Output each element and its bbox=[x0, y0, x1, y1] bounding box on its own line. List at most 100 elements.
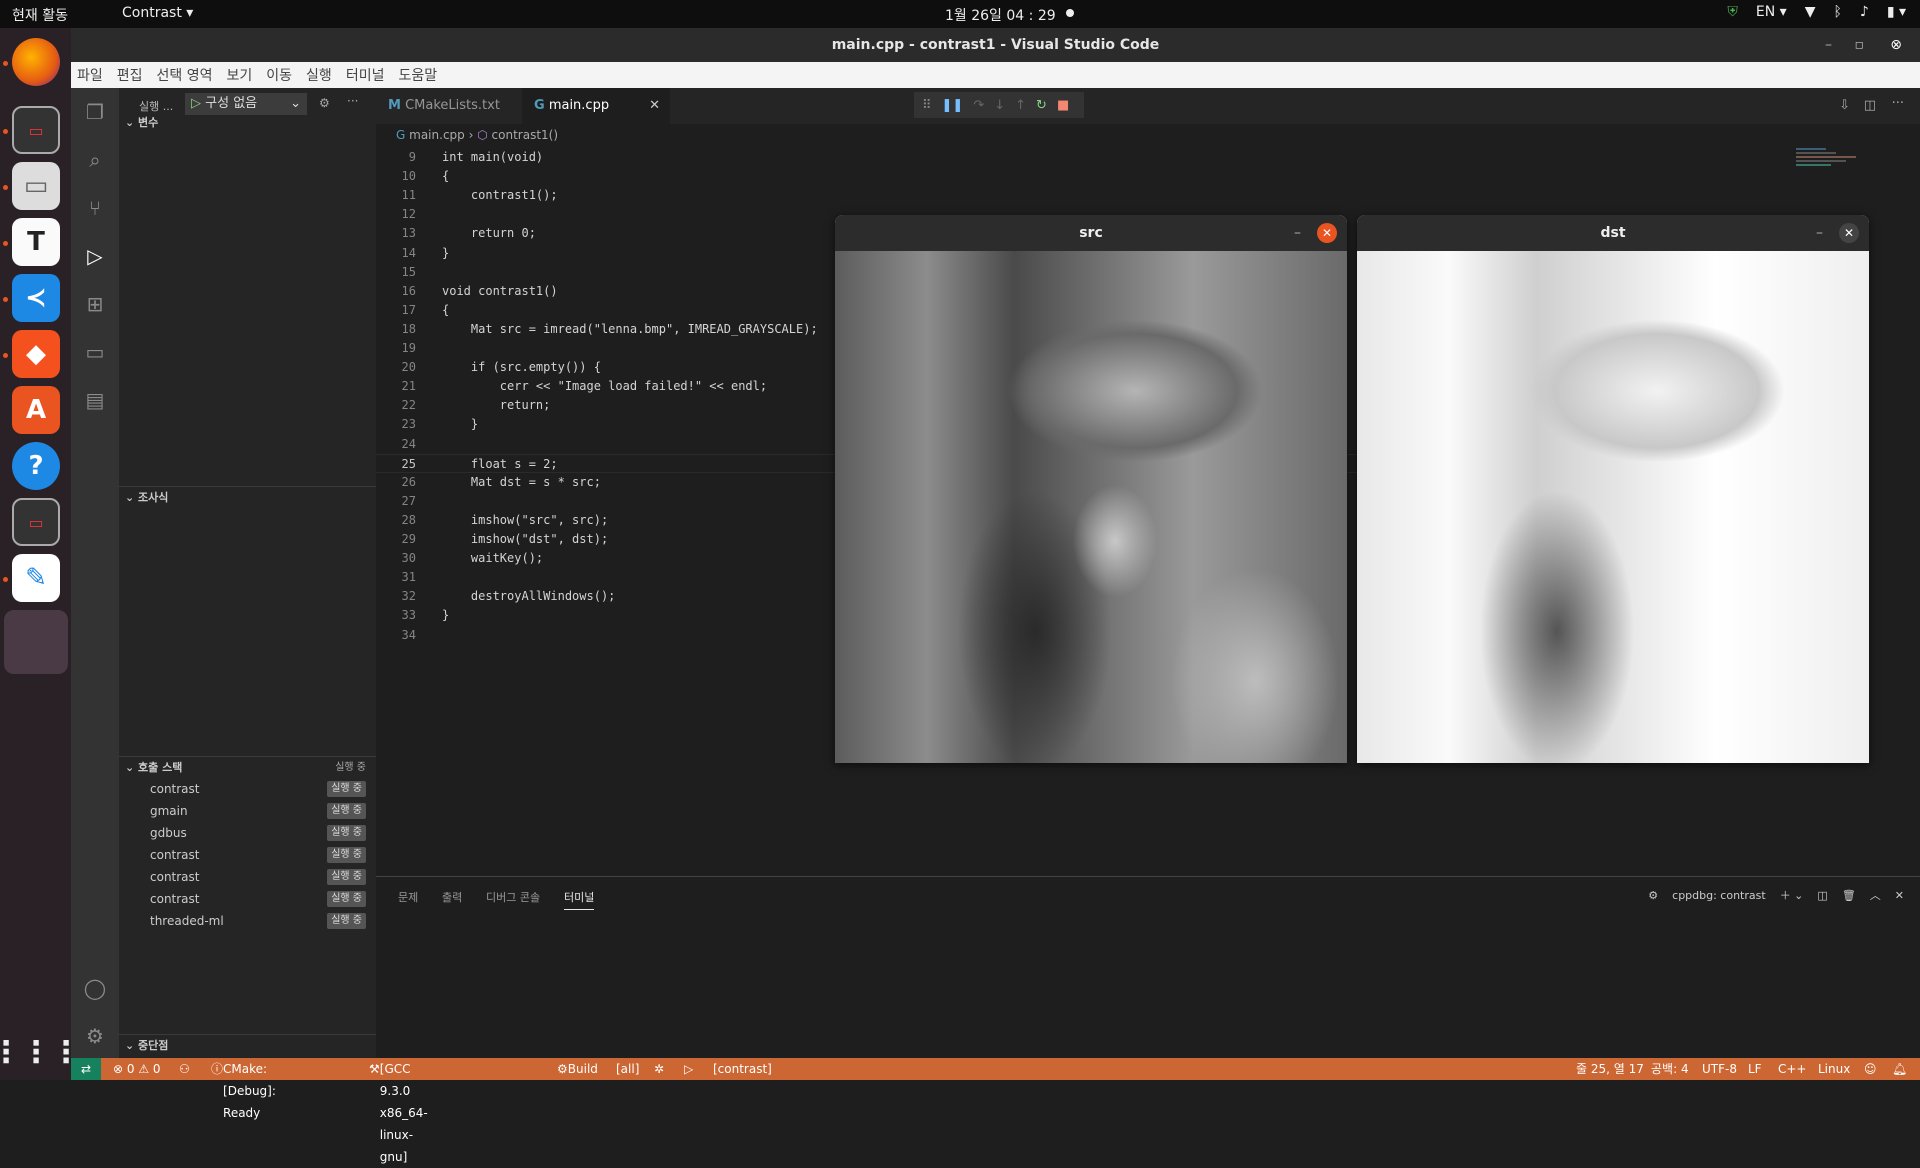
debug-status-icon[interactable]: ⚇ bbox=[179, 1058, 190, 1080]
close-tab-icon[interactable]: ✕ bbox=[649, 88, 660, 124]
terminal-icon[interactable]: ▭ bbox=[12, 106, 60, 154]
clock[interactable]: 1월 26일 04 : 29 bbox=[945, 5, 1056, 25]
pause-icon[interactable]: ❚❚ bbox=[942, 98, 964, 113]
run-debug-icon[interactable]: ▷ bbox=[83, 244, 107, 268]
menu-help[interactable]: 도움말 bbox=[398, 65, 437, 85]
activities-button[interactable]: 현재 활동 bbox=[12, 5, 68, 25]
run-icon[interactable]: ▷ bbox=[684, 1058, 693, 1080]
dst-window-titlebar[interactable]: dst – ✕ bbox=[1357, 215, 1869, 251]
wifi-icon[interactable]: ▼ bbox=[1805, 4, 1816, 20]
battery-icon[interactable]: ▮ ▾ bbox=[1887, 4, 1906, 20]
launch-target[interactable]: [contrast] bbox=[713, 1058, 772, 1080]
callstack-thread[interactable]: gmain 실행 중 bbox=[119, 800, 376, 822]
tab-output[interactable]: 출력 bbox=[442, 889, 462, 905]
play-icon[interactable]: ▷ bbox=[191, 96, 201, 111]
files-icon[interactable]: ▭ bbox=[12, 162, 60, 210]
tab-terminal[interactable]: 터미널 bbox=[564, 889, 595, 910]
account-icon[interactable]: ◯ bbox=[83, 976, 107, 1000]
gear-icon[interactable]: ⚙ bbox=[319, 96, 330, 110]
menu-view[interactable]: 보기 bbox=[227, 65, 253, 85]
shield-icon[interactable]: ⛨ bbox=[1727, 4, 1738, 20]
menu-selection[interactable]: 선택 영역 bbox=[157, 65, 213, 85]
remote-icon[interactable]: ⇄ bbox=[71, 1058, 101, 1080]
callstack-thread[interactable]: threaded-ml 실행 중 bbox=[119, 910, 376, 932]
variables-section-header[interactable]: ⌄ 변수 bbox=[119, 112, 376, 134]
code-line[interactable]: 9 int main(void) bbox=[376, 148, 1776, 167]
split-editor-icon[interactable]: ◫ bbox=[1864, 98, 1876, 113]
vscode-icon[interactable]: ≺ bbox=[12, 274, 60, 322]
menu-edit[interactable]: 편집 bbox=[117, 65, 143, 85]
firefox-icon[interactable] bbox=[12, 38, 60, 86]
close-panel-icon[interactable]: ✕ bbox=[1895, 889, 1904, 902]
system-tray[interactable]: ⛨ EN ▾ ▼ ᛒ ♪ ▮ ▾ bbox=[1727, 4, 1906, 20]
build-target[interactable]: [all] bbox=[616, 1058, 639, 1080]
minimize-icon[interactable]: – bbox=[1816, 215, 1823, 251]
extensions-icon[interactable]: ⊞ bbox=[83, 292, 107, 316]
indentation[interactable]: 공백: 4 bbox=[1651, 1058, 1689, 1080]
terminal-select[interactable]: cppdbg: contrast bbox=[1672, 889, 1766, 902]
tab-cmakelists[interactable]: M CMakeLists.txt bbox=[376, 88, 522, 124]
help-icon[interactable]: ? bbox=[12, 442, 60, 490]
line-ending[interactable]: LF bbox=[1748, 1058, 1762, 1080]
breadcrumb-file[interactable]: main.cpp bbox=[409, 128, 465, 142]
breadcrumb-symbol[interactable]: contrast1() bbox=[492, 128, 559, 142]
callstack-thread[interactable]: contrast 실행 중 bbox=[119, 778, 376, 800]
callstack-thread[interactable]: contrast 실행 중 bbox=[119, 844, 376, 866]
dst-image-window[interactable]: dst – ✕ bbox=[1357, 215, 1869, 763]
minimize-icon[interactable]: – bbox=[1825, 28, 1832, 62]
close-icon[interactable]: ✕ bbox=[1839, 223, 1859, 243]
stop-icon[interactable]: ■ bbox=[1057, 98, 1069, 113]
close-icon[interactable]: ✕ bbox=[1317, 223, 1337, 243]
code-line[interactable]: 10 { bbox=[376, 167, 1776, 186]
cmake-status[interactable]: ⓘ CMake: [Debug]: Ready bbox=[211, 1058, 276, 1120]
restart-icon[interactable]: ↻ bbox=[1036, 98, 1047, 113]
search-icon[interactable]: ⌕ bbox=[83, 148, 107, 172]
build-button[interactable]: ⚙ Build bbox=[557, 1058, 598, 1080]
cursor-position[interactable]: 줄 25, 열 17 bbox=[1576, 1058, 1644, 1080]
menu-terminal[interactable]: 터미널 bbox=[346, 65, 385, 85]
minimap[interactable] bbox=[1796, 146, 1906, 226]
bug-icon[interactable]: ✲ bbox=[654, 1058, 664, 1080]
kit-status[interactable]: ⚒ [GCC 9.3.0 x86_64-linux-gnu] bbox=[369, 1058, 428, 1164]
callstack-thread[interactable]: gdbus 실행 중 bbox=[119, 822, 376, 844]
explorer-icon[interactable]: ❐ bbox=[83, 100, 107, 124]
trash-icon[interactable]: 🗑 bbox=[1842, 889, 1856, 902]
src-image-window[interactable]: src – ✕ bbox=[835, 215, 1347, 763]
tab-debug-console[interactable]: 디버그 콘솔 bbox=[486, 889, 540, 905]
more-actions-icon[interactable]: ··· bbox=[1892, 96, 1904, 111]
step-into-icon[interactable]: ↓ bbox=[994, 98, 1005, 113]
code-line[interactable]: 11 contrast1(); bbox=[376, 186, 1776, 205]
step-out-icon[interactable]: ↑ bbox=[1015, 98, 1026, 113]
step-over-icon[interactable]: ↷ bbox=[973, 98, 984, 113]
terminal-icon[interactable]: ▭ bbox=[12, 498, 60, 546]
menu-file[interactable]: 파일 bbox=[77, 65, 103, 85]
minimize-icon[interactable]: – bbox=[1294, 215, 1301, 251]
callstack-section-header[interactable]: ⌄ 호출 스택 실행 중 bbox=[119, 756, 376, 778]
watch-section-header[interactable]: ⌄ 조사식 bbox=[119, 486, 376, 508]
split-terminal-icon[interactable]: ◫ bbox=[1817, 889, 1827, 902]
notes-icon[interactable]: ✎ bbox=[12, 554, 60, 602]
open-changes-icon[interactable]: ⇩ bbox=[1839, 98, 1850, 113]
breakpoints-section-header[interactable]: ⌄ 중단점 bbox=[119, 1034, 376, 1056]
git-icon[interactable]: ◆ bbox=[12, 330, 60, 378]
language-indicator[interactable]: EN ▾ bbox=[1756, 4, 1787, 20]
tab-problems[interactable]: 문제 bbox=[398, 889, 418, 905]
platform[interactable]: Linux bbox=[1818, 1058, 1850, 1080]
language-mode[interactable]: C++ bbox=[1778, 1058, 1807, 1080]
show-apps-icon[interactable]: ⋮⋮⋮ bbox=[0, 1028, 81, 1076]
text-editor-icon[interactable]: T bbox=[12, 218, 60, 266]
problems-status[interactable]: ⊗ 0 ⚠ 0 bbox=[113, 1058, 161, 1080]
active-window-slot[interactable] bbox=[4, 610, 68, 674]
drag-handle-icon[interactable]: ⠿ bbox=[922, 98, 932, 113]
cmake-icon[interactable]: ▤ bbox=[83, 388, 107, 412]
source-control-icon[interactable]: ⑂ bbox=[83, 196, 107, 220]
tab-main-cpp[interactable]: G main.cpp ✕ bbox=[522, 88, 670, 124]
callstack-thread[interactable]: contrast 실행 중 bbox=[119, 866, 376, 888]
menu-run[interactable]: 실행 bbox=[306, 65, 332, 85]
bluetooth-icon[interactable]: ᛒ bbox=[1833, 4, 1841, 20]
menu-go[interactable]: 이동 bbox=[266, 65, 292, 85]
app-menu[interactable]: Contrast ▾ bbox=[122, 5, 193, 21]
volume-icon[interactable]: ♪ bbox=[1860, 4, 1869, 20]
remote-explorer-icon[interactable]: ▭ bbox=[83, 340, 107, 364]
software-center-icon[interactable]: A bbox=[12, 386, 60, 434]
